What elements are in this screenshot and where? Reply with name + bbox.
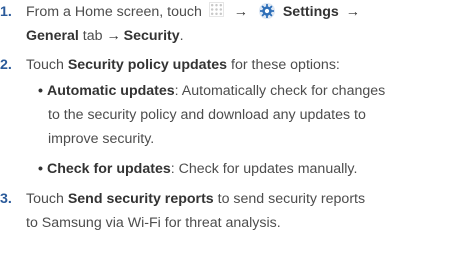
arrow-icon: → xyxy=(345,4,360,20)
arrow-icon: → xyxy=(233,4,248,20)
step-1-line-1: From a Home screen, touch → Settings → xyxy=(26,0,363,24)
security-label: Security xyxy=(123,28,180,44)
settings-label: Settings xyxy=(282,4,339,20)
bullet-text: : Check for updates manually. xyxy=(170,161,358,177)
bullet-icon: • xyxy=(38,161,43,177)
bullet-automatic-updates-line-3: improve security. xyxy=(48,127,154,151)
apps-grid-icon xyxy=(208,2,224,17)
bullet-automatic-updates-line-2: to the security policy and download any … xyxy=(48,103,366,127)
step-text: From a Home screen, touch xyxy=(26,4,202,20)
arrow-icon: → xyxy=(106,28,121,44)
step-text: tab xyxy=(78,28,107,44)
bullet-automatic-updates: • Automatic updates: Automatically check … xyxy=(38,79,385,103)
security-policy-updates-label: Security policy updates xyxy=(67,57,228,73)
step-number: 1. xyxy=(0,4,12,20)
step-number: 3. xyxy=(0,191,12,207)
step-text: to send security reports xyxy=(213,191,366,207)
check-for-updates-label: Check for updates xyxy=(46,161,171,177)
step-number: 2. xyxy=(0,57,12,73)
step-1-line-2: General tab → Security. xyxy=(26,24,184,48)
step-text: Touch xyxy=(26,57,68,73)
send-security-reports-label: Send security reports xyxy=(67,191,214,207)
bullet-text: improve security. xyxy=(48,131,155,147)
step-text: for these options: xyxy=(227,57,340,73)
bullet-check-for-updates: • Check for updates: Check for updates ma… xyxy=(38,157,357,181)
bullet-text: to the security policy and download any … xyxy=(48,107,366,123)
automatic-updates-label: Automatic updates xyxy=(46,83,175,99)
bullet-text: : Automatically check for changes xyxy=(174,83,386,99)
step-text: Touch xyxy=(26,191,68,207)
step-3-line-1: Touch Send security reports to send secu… xyxy=(26,187,365,211)
bullet-icon: • xyxy=(38,83,43,99)
step-text: to Samsung via Wi-Fi for threat analysis… xyxy=(26,215,281,231)
general-tab-label: General xyxy=(26,28,79,44)
step-3-line-2: to Samsung via Wi-Fi for threat analysis… xyxy=(26,211,281,235)
settings-gear-icon xyxy=(258,2,275,20)
step-text: . xyxy=(179,28,184,44)
step-2-line-1: Touch Security policy updates for these … xyxy=(26,53,340,77)
